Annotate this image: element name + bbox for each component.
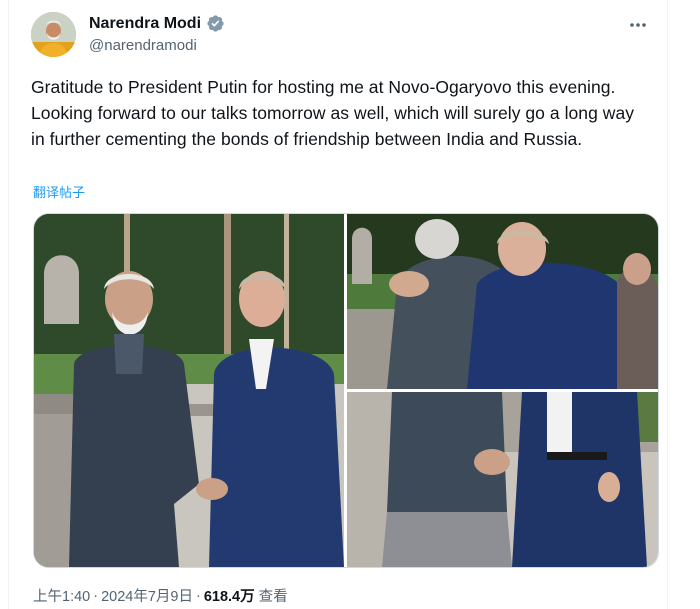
tweet-meta: 上午1:40 · 2024年7月9日 · 618.4万 查看	[33, 585, 288, 606]
author-handle[interactable]: @narendramodi	[89, 37, 197, 54]
meta-separator: ·	[93, 587, 99, 604]
more-options-icon[interactable]	[627, 14, 649, 36]
tweet-text: Gratitude to President Putin for hosting…	[31, 77, 635, 149]
tweet-time[interactable]: 上午1:40	[33, 585, 90, 606]
views-label: 查看	[258, 589, 288, 605]
tweet-card: Narendra Modi @narendramodi Gratitude to…	[8, 0, 668, 609]
author-name-row: Narendra Modi	[89, 14, 225, 33]
media-photo-3[interactable]	[347, 392, 658, 567]
media-photo-2[interactable]	[347, 214, 658, 389]
verified-badge-icon	[207, 15, 224, 32]
meta-separator-2: ·	[195, 587, 201, 604]
avatar-image	[31, 12, 76, 57]
tweet-date[interactable]: 2024年7月9日	[101, 585, 193, 606]
author-avatar[interactable]	[31, 12, 76, 57]
media-grid	[33, 213, 659, 568]
views-count: 618.4万	[203, 589, 255, 605]
author-display-name[interactable]: Narendra Modi	[89, 15, 201, 33]
media-photo-1[interactable]	[34, 214, 344, 567]
translate-post-link[interactable]: 翻译帖子	[33, 182, 85, 201]
